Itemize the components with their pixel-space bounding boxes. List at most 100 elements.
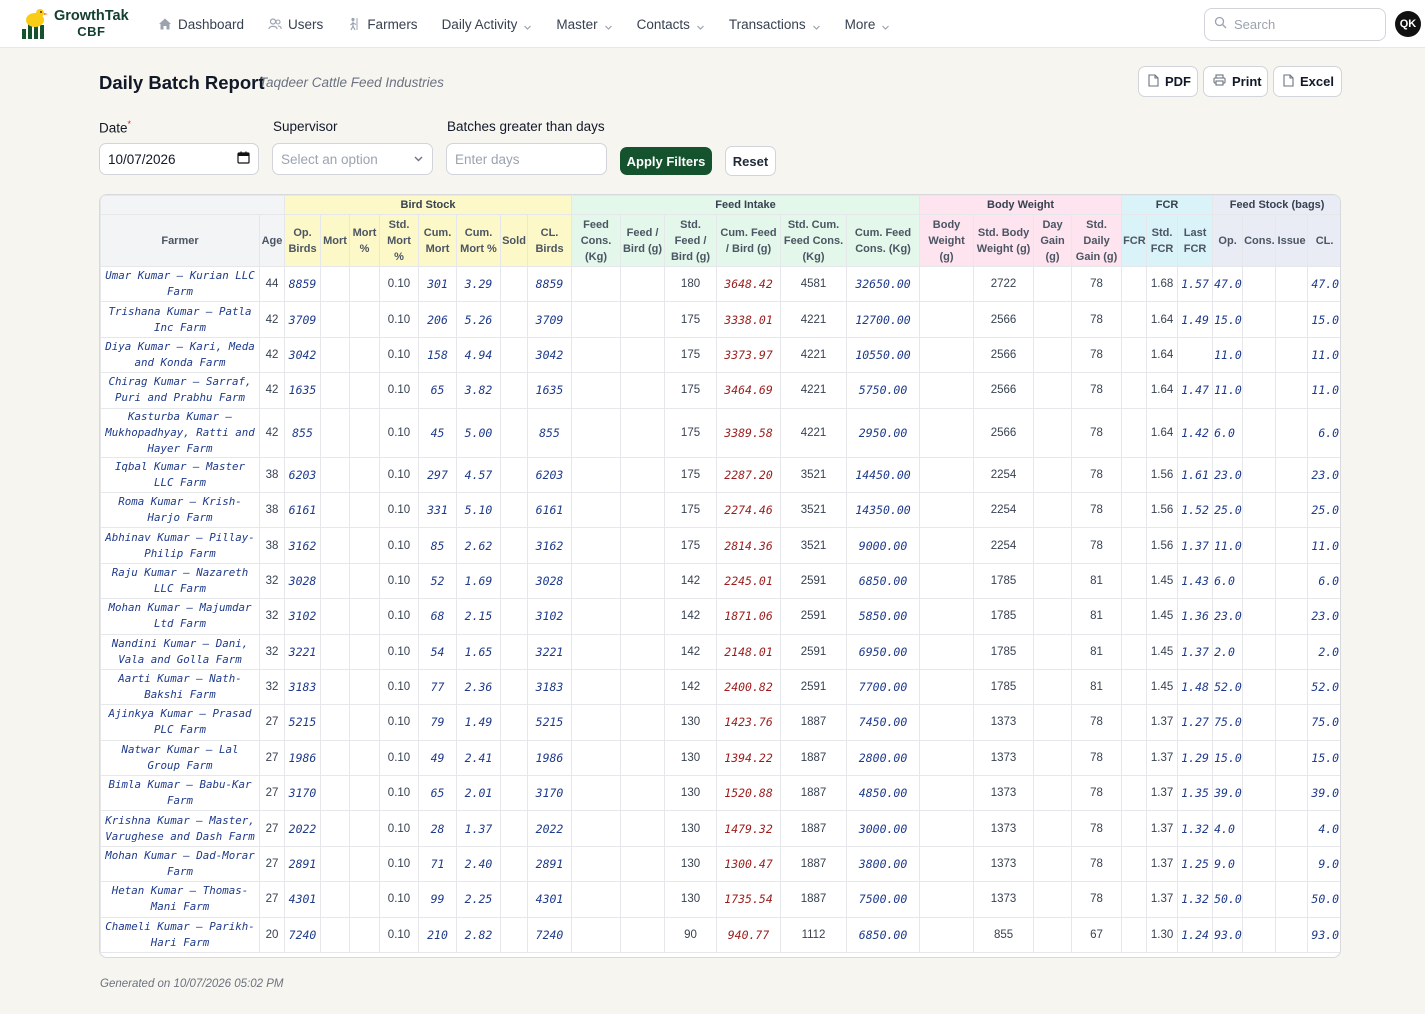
table-cell: 2245.01 [716, 562, 782, 600]
user-avatar[interactable]: QK [1395, 11, 1421, 37]
nav-master[interactable]: Master [556, 17, 612, 32]
search-icon [1214, 16, 1227, 34]
table-row[interactable]: Nandini Kumar – Dani, Vala and Golla Far… [100, 633, 1340, 670]
table-row[interactable]: Natwar Kumar – Lal Group Farm 27 1986 0.10 4… [100, 739, 1340, 777]
nav-more[interactable]: More [845, 17, 891, 32]
table-row[interactable]: Mohan Kumar – Dad-Morar Farm 27 2891 0.10 71… [100, 845, 1340, 883]
table-cell: 3183 [526, 668, 573, 706]
table-cell: 4.0 [1307, 810, 1340, 847]
table-cell: 3521 [780, 491, 848, 529]
table-cell [919, 633, 975, 670]
nav-transactions[interactable]: Transactions [729, 17, 821, 32]
table-cell [1275, 668, 1309, 706]
table-cell [1033, 265, 1073, 303]
excel-button[interactable]: Excel [1273, 66, 1342, 97]
table-row[interactable]: Diya Kumar – Kari, Meda and Konda Farm 42… [100, 336, 1340, 374]
table-cell [349, 881, 380, 918]
table-cell: 1887 [780, 739, 848, 777]
table-cell [320, 336, 350, 374]
table-cell [1033, 598, 1073, 635]
table-cell [1121, 845, 1148, 883]
calendar-icon[interactable] [237, 151, 250, 167]
nav-contacts[interactable]: Contacts [637, 17, 705, 32]
table-cell [1033, 668, 1073, 706]
table-cell [1242, 668, 1277, 706]
group-header-feed-intake: Feed Intake [571, 195, 921, 215]
nav-users[interactable]: Users [268, 17, 323, 32]
table-cell: 2254 [973, 527, 1035, 564]
table-row[interactable]: Chameli Kumar – Parikh-Hari Farm 20 7240 0.… [100, 916, 1340, 954]
table-cell: 1635 [526, 372, 573, 409]
table-row[interactable]: Mohan Kumar – Majumdar Ltd Farm 32 3102 0.1… [100, 598, 1340, 635]
search-input[interactable] [1234, 17, 1374, 32]
table-cell [1033, 704, 1073, 741]
table-cell [620, 491, 666, 529]
table-cell: 1.37 [1146, 739, 1179, 777]
table-cell: 6.0 [1307, 407, 1340, 458]
table-row[interactable]: Bimla Kumar – Babu-Kar Farm 27 3170 0.10 65 2… [100, 775, 1340, 812]
table-cell: 1785 [973, 598, 1035, 635]
table-cell [919, 372, 975, 409]
table-cell [349, 562, 380, 600]
table-row[interactable]: Chirag Kumar – Sarraf, Puri and Prabhu F… [100, 372, 1340, 409]
table-row[interactable]: Aarti Kumar – Nath-Bakshi Farm 32 3183 0.10… [100, 668, 1340, 706]
chevron-down-icon [812, 20, 821, 30]
table-cell: 78 [1071, 739, 1123, 777]
table-row[interactable]: Abhinav Kumar – Pillay-Philip Farm 38 3162… [100, 527, 1340, 564]
table-cell: 3028 [526, 562, 573, 600]
table-cell: 4581 [780, 265, 848, 303]
nav-farmers[interactable]: Farmers [347, 17, 418, 32]
table-row[interactable]: Roma Kumar – Krish-Harjo Farm 38 6161 0.10 3… [100, 491, 1340, 529]
table-cell [349, 739, 380, 777]
table-cell [349, 456, 380, 493]
table-cell: 7240 [526, 916, 573, 954]
table-cell: 855 [526, 407, 573, 458]
table-row[interactable]: Raju Kumar – Nazareth LLC Farm 32 3028 0.10… [100, 562, 1340, 600]
table-row[interactable]: Iqbal Kumar – Master LLC Farm 38 6203 0.10 2… [100, 456, 1340, 493]
table-cell: 78 [1071, 775, 1123, 812]
table-cell: 32 [259, 668, 285, 706]
table-cell: 8859 [526, 265, 573, 303]
table-cell: 9.0 [1307, 845, 1340, 883]
apply-filters-button[interactable]: Apply Filters [620, 147, 712, 175]
nav-dashboard[interactable]: Dashboard [158, 17, 244, 32]
table-row[interactable]: Umar Kumar – Kurian LLC Farm 44 8859 0.10 30… [100, 265, 1340, 303]
table-cell [919, 336, 975, 374]
table-cell [500, 598, 528, 635]
table-cell [1033, 633, 1073, 670]
report-table-container[interactable]: Bird Stock Feed Intake Body Weight FCR F… [99, 194, 1341, 958]
table-cell [320, 775, 350, 812]
table-cell: 75.0 [1307, 704, 1340, 741]
table-cell: 20 [259, 916, 285, 954]
supervisor-select[interactable]: Select an option [272, 143, 433, 175]
nav-daily-activity[interactable]: Daily Activity [442, 17, 533, 32]
table-cell: 4221 [780, 301, 848, 338]
days-input[interactable]: Enter days [446, 143, 607, 175]
table-cell: 1112 [780, 916, 848, 954]
column-header: Std. Feed / Bird (g) [664, 214, 718, 267]
table-row[interactable]: Trishana Kumar – Patla Inc Farm 42 3709 0.1… [100, 301, 1340, 338]
table-cell: 11.0 [1212, 372, 1244, 409]
reset-button[interactable]: Reset [725, 146, 776, 176]
table-cell [1242, 775, 1277, 812]
table-cell [1275, 372, 1309, 409]
table-cell: 2254 [973, 491, 1035, 529]
table-cell: 42 [259, 336, 285, 374]
pdf-button[interactable]: PDF [1138, 66, 1198, 97]
table-row[interactable]: Hetan Kumar – Thomas-Mani Farm 27 4301 0.10… [100, 881, 1340, 918]
table-cell: 1.64 [1146, 372, 1179, 409]
table-cell [1242, 633, 1277, 670]
table-row[interactable]: Ajinkya Kumar – Prasad PLC Farm 27 5215 0.1… [100, 704, 1340, 741]
table-cell [1033, 562, 1073, 600]
global-search[interactable] [1204, 8, 1386, 41]
table-row[interactable]: Krishna Kumar – Master, Varughese and Da… [100, 810, 1340, 847]
brand-logo[interactable]: GrowthTak CBF [20, 7, 129, 41]
days-placeholder: Enter days [455, 151, 520, 167]
table-cell [500, 407, 528, 458]
print-button[interactable]: Print [1203, 66, 1268, 97]
table-cell: 1.45 [1146, 668, 1179, 706]
date-input[interactable]: 10/07/2026 [99, 143, 259, 175]
table-cell: 1.29 [1177, 739, 1214, 777]
table-cell: 1.37 [1146, 704, 1179, 741]
table-row[interactable]: Kasturba Kumar – Mukhopadhyay, Ratti and… [100, 407, 1340, 458]
